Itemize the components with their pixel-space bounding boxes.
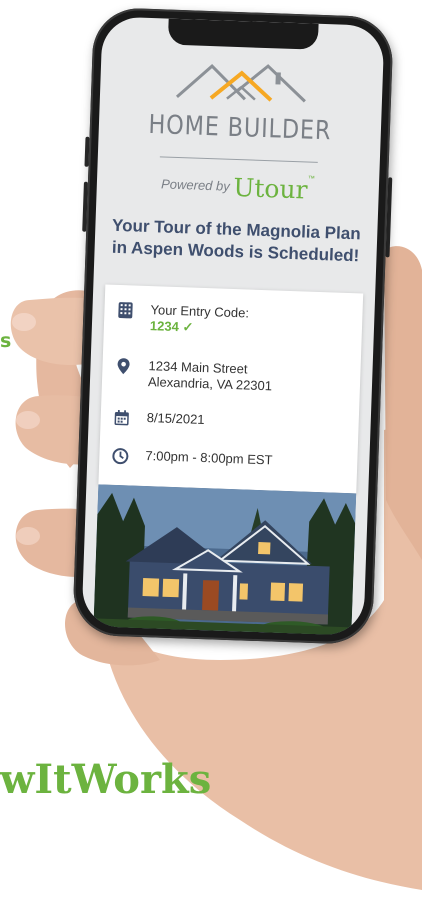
powered-by-label: Powered by xyxy=(160,176,231,194)
confirmation-headline: Your Tour of the Magnolia Plan in Aspen … xyxy=(104,214,367,267)
address-row: 1234 Main Street Alexandria, VA 22301 xyxy=(114,357,351,397)
divider xyxy=(159,156,318,163)
date-row: 8/15/2021 xyxy=(112,409,348,435)
how-it-works-heading: wItWorks xyxy=(0,756,212,803)
phone-screen: HOME BUILDER Powered by Utour™ Your Tour… xyxy=(81,16,385,636)
utour-logo: Utour xyxy=(232,172,309,205)
keypad-icon xyxy=(118,302,133,319)
clock-icon xyxy=(112,448,129,465)
tour-date: 8/15/2021 xyxy=(146,410,205,428)
location-pin-icon xyxy=(117,358,130,375)
trademark-mark: ™ xyxy=(307,175,316,183)
home-builder-logo xyxy=(100,54,384,113)
entry-code-value: 1234 xyxy=(149,318,180,335)
calendar-icon xyxy=(114,410,129,426)
phone-notch xyxy=(167,18,319,50)
house-photo xyxy=(93,484,357,636)
tour-details-card: Your Entry Code: 1234 ✓ 1234 Main Street… xyxy=(98,284,364,494)
check-icon: ✓ xyxy=(182,319,194,335)
smartphone: HOME BUILDER Powered by Utour™ Your Tour… xyxy=(72,6,394,646)
brand-name: HOME BUILDER xyxy=(147,109,332,147)
time-row: 7:00pm - 8:00pm EST xyxy=(111,447,347,473)
powered-by: Powered by Utour™ xyxy=(96,168,379,207)
tour-time: 7:00pm - 8:00pm EST xyxy=(145,448,273,468)
roof-logo-icon xyxy=(175,64,306,103)
entry-code-row: Your Entry Code: 1234 ✓ xyxy=(116,301,353,341)
address-line: Alexandria, VA 22301 xyxy=(147,374,273,394)
